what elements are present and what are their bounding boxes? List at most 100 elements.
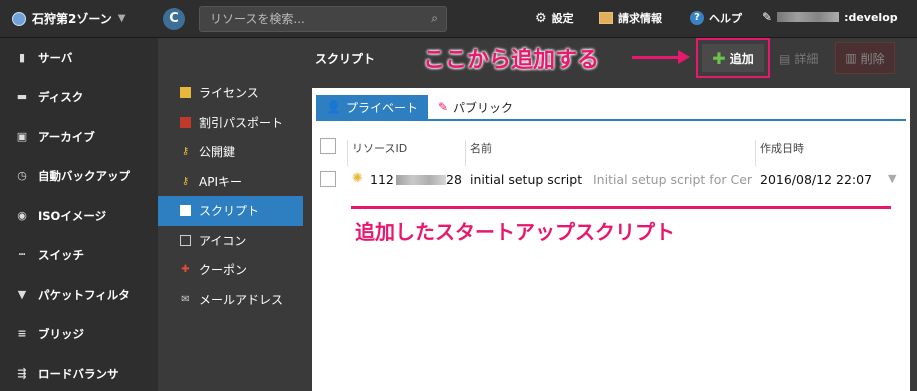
sidebar-item-disk[interactable]: ▬ ディスク — [0, 78, 158, 118]
script-name: initial setup script — [470, 172, 583, 187]
subnav-item-api-key[interactable]: ⚷ APIキー — [158, 167, 303, 197]
plus-icon: ✚ — [712, 48, 726, 68]
created-date: 2016/08/12 22:07 — [760, 172, 873, 187]
delete-button[interactable]: ▥ 削除 — [835, 42, 895, 74]
sidebar-item-label: ロードバランサ — [38, 366, 119, 381]
billing-icon — [599, 12, 613, 24]
annotation-underline — [351, 206, 891, 209]
sidebar-item-bridge[interactable]: ≡ ブリッジ — [0, 315, 158, 355]
row-expand-icon[interactable]: ▼ — [888, 172, 896, 185]
disk-icon: ▬ — [16, 90, 28, 104]
settings-label: 設定 — [551, 12, 574, 25]
content-area: 👤 プライベート ✎ パブリック リソースID 名前 作成日時 ✺ 112 28… — [303, 78, 917, 391]
refresh-button[interactable]: C — [163, 8, 185, 30]
row-checkbox[interactable] — [320, 171, 336, 187]
zone-label: 石狩第2ゾーン — [32, 12, 112, 26]
gift-icon: ✚ — [181, 264, 190, 276]
detail-button[interactable]: ▤ 詳細 — [779, 50, 818, 67]
gear-icon: ⚙ — [535, 10, 547, 26]
user-icon: 👤 — [326, 100, 341, 114]
column-separator — [465, 140, 466, 166]
sidebar-item-label: ISOイメージ — [38, 208, 107, 223]
server-icon: ▮ — [18, 50, 26, 64]
bridge-icon: ≡ — [17, 327, 27, 341]
mail-icon: ✉ — [181, 293, 190, 305]
annotation-added-script: 追加したスタートアップスクリプト — [355, 220, 675, 244]
search-icon[interactable]: ⌕ — [431, 11, 438, 26]
subnav-item-icon[interactable]: アイコン — [158, 226, 303, 256]
passport-icon — [180, 116, 191, 128]
table-header: リソースID 名前 作成日時 — [320, 134, 902, 166]
loadbalancer-icon: ⇶ — [17, 366, 27, 380]
sidebar-item-server[interactable]: ▮ サーバ — [0, 38, 158, 78]
annotation-arrow — [632, 56, 682, 59]
script-icon — [180, 205, 191, 217]
sidebar-item-label: ブリッジ — [38, 327, 84, 342]
gear-script-icon: ✺ — [352, 171, 363, 186]
script-description: Initial setup script for Cer — [593, 172, 753, 187]
delete-button-label: 削除 — [860, 51, 885, 66]
key-icon: ⚷ — [181, 146, 190, 158]
sidebar-item-archive[interactable]: ▣ アーカイブ — [0, 117, 158, 157]
account-menu[interactable]: ✎ :develop — [762, 10, 898, 24]
main-toolbar: スクリプト ここから追加する ✚ 追加 ▤ 詳細 ▥ 削除 — [303, 38, 917, 78]
apikey-icon: ⚷ — [181, 175, 190, 187]
subnav-item-label: 割引パスポート — [199, 115, 284, 130]
tab-label: パブリック — [453, 100, 514, 115]
sidebar-item-iso-image[interactable]: ◉ ISOイメージ — [0, 196, 158, 236]
sidebar-item-auto-backup[interactable]: ◷ 自動バックアップ — [0, 157, 158, 197]
chevron-down-icon: ▼ — [117, 13, 126, 24]
column-separator — [755, 140, 756, 166]
sidebar-item-label: 自動バックアップ — [38, 169, 130, 184]
top-bar: 石狩第2ゾーン ▼ C ⌕ ⚙ 設定 請求情報 ? ヘルプ ✎ :develop — [0, 0, 917, 38]
sidebar-item-packet-filter[interactable]: ▼ パケットフィルタ — [0, 275, 158, 315]
column-separator — [347, 140, 348, 166]
sidebar-item-label: サーバ — [38, 50, 73, 65]
column-header-created[interactable]: 作成日時 — [760, 140, 804, 156]
sidebar-item-label: アーカイブ — [38, 129, 95, 144]
archive-icon: ▣ — [16, 129, 28, 143]
table-row[interactable]: ✺ 112 28 initial setup script Initial se… — [320, 168, 902, 192]
public-icon: ✎ — [437, 100, 449, 114]
search-input[interactable] — [210, 12, 410, 26]
script-panel: 👤 プライベート ✎ パブリック リソースID 名前 作成日時 ✺ 112 28… — [312, 88, 910, 391]
resource-id-suffix: 28 — [446, 172, 462, 187]
sub-nav: ライセンス 割引パスポート ⚷ 公開鍵 ⚷ APIキー スクリプト アイコン ✚… — [158, 38, 303, 391]
sidebar-item-label: スイッチ — [38, 248, 84, 263]
help-link[interactable]: ? ヘルプ — [690, 10, 742, 26]
sidebar-item-label: パケットフィルタ — [38, 287, 130, 302]
sidebar-item-load-balancer[interactable]: ⇶ ロードバランサ — [0, 354, 158, 391]
globe-icon — [12, 11, 26, 26]
column-header-resource-id[interactable]: リソースID — [352, 140, 407, 156]
subnav-item-label: クーポン — [199, 263, 248, 278]
subnav-item-email[interactable]: ✉ メールアドレス — [158, 285, 303, 315]
tab-underline — [316, 119, 906, 121]
add-button-label: 追加 — [729, 51, 754, 66]
clock-icon: ◷ — [17, 169, 27, 183]
image-icon — [180, 234, 191, 246]
subnav-item-coupon[interactable]: ✚ クーポン — [158, 255, 303, 285]
search-box[interactable]: ⌕ — [199, 6, 447, 32]
account-suffix: :develop — [844, 10, 898, 24]
select-all-checkbox[interactable] — [320, 138, 336, 154]
add-button[interactable]: ✚ 追加 — [702, 44, 764, 72]
zone-selector[interactable]: 石狩第2ゾーン ▼ — [12, 10, 125, 27]
license-icon — [180, 87, 191, 99]
tab-public[interactable]: ✎ パブリック — [428, 95, 523, 119]
resource-id-prefix: 112 — [370, 172, 394, 187]
billing-link[interactable]: 請求情報 — [599, 10, 662, 26]
subnav-item-label: APIキー — [199, 174, 242, 189]
tab-bar: 👤 プライベート ✎ パブリック — [316, 95, 523, 119]
sidebar-item-switch[interactable]: ┅ スイッチ — [0, 236, 158, 276]
sidebar-item-label: ディスク — [38, 90, 84, 105]
tab-private[interactable]: 👤 プライベート — [316, 95, 428, 119]
billing-label: 請求情報 — [618, 12, 662, 25]
settings-link[interactable]: ⚙ 設定 — [535, 10, 574, 26]
add-button-highlight: ✚ 追加 — [696, 38, 770, 78]
subnav-item-license[interactable]: ライセンス — [158, 78, 303, 108]
subnav-item-script[interactable]: スクリプト — [158, 196, 303, 226]
subnav-item-public-key[interactable]: ⚷ 公開鍵 — [158, 137, 303, 167]
page-title: スクリプト — [315, 52, 376, 66]
subnav-item-discount-passport[interactable]: 割引パスポート — [158, 108, 303, 138]
column-header-name[interactable]: 名前 — [470, 140, 492, 156]
